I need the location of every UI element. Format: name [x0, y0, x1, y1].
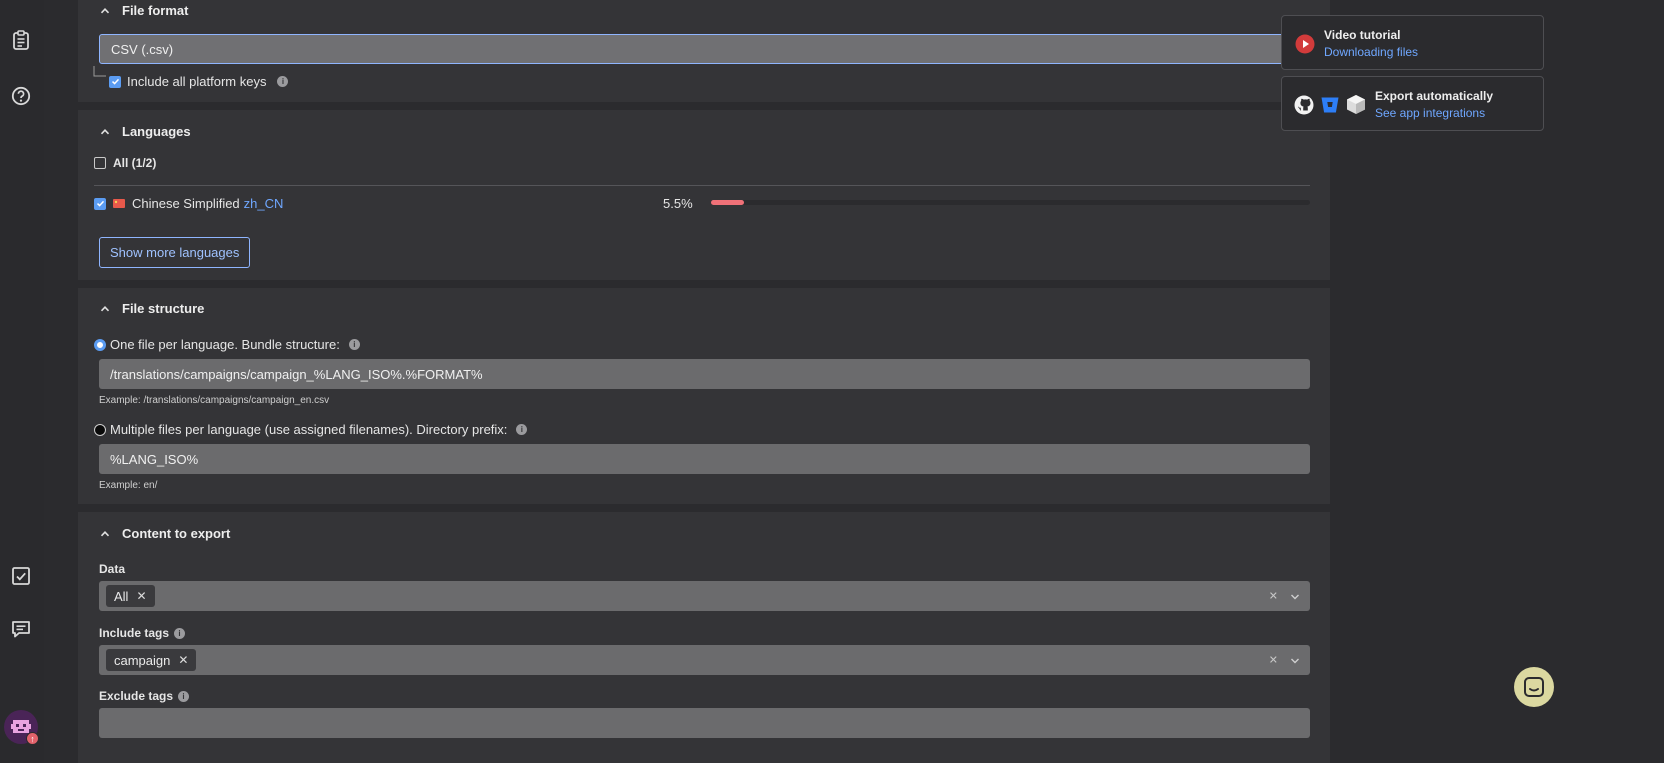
content-export-header[interactable]: Content to export — [100, 526, 230, 541]
multiple-files-label: Multiple files per language (use assigne… — [110, 422, 508, 437]
bitbucket-icon — [1321, 97, 1339, 113]
left-rail: ↑ — [0, 0, 44, 763]
languages-header[interactable]: Languages — [100, 124, 191, 139]
file-format-select[interactable]: CSV (.csv) — [99, 34, 1310, 64]
languages-section: Languages All (1/2) Chinese Simplified z… — [78, 110, 1330, 280]
comments-icon[interactable] — [10, 618, 32, 640]
include-keys-checkbox[interactable] — [109, 75, 121, 88]
one-file-option[interactable]: One file per language. Bundle structure:… — [94, 337, 360, 352]
language-progress-bar — [711, 200, 1310, 205]
data-chip-label: All — [114, 588, 129, 604]
tree-connector-icon — [93, 66, 106, 77]
chevron-up-icon — [100, 305, 110, 311]
language-progress-percent: 5.5% — [663, 196, 693, 211]
user-avatar[interactable]: ↑ — [4, 710, 39, 745]
data-select[interactable]: All ✕ ✕ — [99, 581, 1310, 611]
file-format-value: CSV (.csv) — [111, 41, 174, 57]
chevron-up-icon — [100, 128, 110, 134]
include-tag-chip-label: campaign — [114, 652, 171, 668]
avatar-upload-badge-icon: ↑ — [26, 732, 39, 745]
language-name: Chinese Simplified — [132, 196, 240, 211]
all-languages-checkbox[interactable] — [94, 157, 106, 169]
include-tag-chip[interactable]: campaign ✕ — [106, 649, 197, 671]
languages-title: Languages — [122, 124, 191, 139]
file-format-title: File format — [122, 3, 189, 18]
data-chip[interactable]: All ✕ — [106, 585, 155, 607]
tasks-icon[interactable] — [10, 565, 32, 587]
directory-prefix-input[interactable]: %LANG_ISO% — [99, 444, 1310, 474]
chevron-down-icon[interactable] — [1290, 655, 1300, 665]
chevron-down-icon[interactable] — [1290, 591, 1300, 601]
file-format-header[interactable]: File format — [100, 3, 188, 18]
show-more-languages-button[interactable]: Show more languages — [99, 237, 251, 268]
chat-icon — [1524, 677, 1544, 697]
include-keys-label: Include all platform keys — [127, 74, 267, 89]
one-file-label: One file per language. Bundle structure: — [110, 337, 340, 352]
export-automatically-card[interactable]: Export automatically See app integration… — [1281, 76, 1544, 131]
file-structure-title: File structure — [122, 301, 205, 316]
language-checkbox[interactable] — [94, 197, 106, 210]
info-icon[interactable]: i — [348, 339, 360, 350]
include-keys-row[interactable]: Include all platform keys i — [109, 74, 289, 89]
china-flag-icon — [113, 199, 125, 208]
help-icon[interactable] — [10, 85, 32, 107]
include-tags-label-row: Include tags i — [99, 626, 186, 640]
all-languages-label: All (1/2) — [113, 156, 157, 170]
file-structure-section: File structure One file per language. Bu… — [78, 288, 1330, 504]
all-languages-row[interactable]: All (1/2) — [94, 156, 156, 170]
info-icon[interactable]: i — [516, 424, 528, 435]
content-export-section: Content to export Data All ✕ ✕ Include t… — [78, 512, 1330, 763]
clipboard-icon[interactable] — [10, 29, 32, 51]
content-export-title: Content to export — [122, 526, 231, 541]
exclude-tags-select[interactable] — [99, 708, 1310, 738]
include-tags-select[interactable]: campaign ✕ ✕ — [99, 645, 1310, 675]
clear-icon[interactable]: ✕ — [1269, 590, 1278, 603]
language-code-link[interactable]: zh_CN — [244, 196, 284, 211]
info-icon[interactable]: i — [178, 690, 190, 702]
see-app-integrations-link[interactable]: See app integrations — [1375, 106, 1493, 120]
video-tutorial-title: Video tutorial — [1324, 28, 1401, 42]
box-icon — [1347, 95, 1365, 114]
info-icon[interactable]: i — [174, 627, 186, 639]
one-file-radio[interactable] — [94, 338, 106, 351]
play-icon — [1295, 34, 1315, 54]
include-tags-label: Include tags — [99, 626, 170, 640]
language-progress-fill — [711, 200, 744, 205]
export-automatically-title: Export automatically — [1375, 89, 1494, 103]
multiple-files-option[interactable]: Multiple files per language (use assigne… — [94, 422, 528, 437]
file-structure-header[interactable]: File structure — [100, 301, 204, 316]
bundle-structure-example: Example: /translations/campaigns/campaig… — [99, 395, 330, 406]
info-icon[interactable]: i — [277, 76, 289, 87]
file-format-section: File format CSV (.csv) Include all platf… — [78, 0, 1330, 102]
language-row: Chinese Simplified zh_CN 5.5% — [94, 194, 1310, 212]
remove-chip-icon[interactable]: ✕ — [136, 589, 146, 603]
main-content: File format CSV (.csv) Include all platf… — [78, 0, 1330, 763]
chevron-up-icon — [100, 530, 110, 536]
remove-chip-icon[interactable]: ✕ — [178, 653, 188, 667]
github-icon — [1294, 95, 1314, 115]
data-label: Data — [99, 562, 126, 576]
chat-launcher-button[interactable] — [1514, 667, 1554, 707]
clear-icon[interactable]: ✕ — [1269, 654, 1278, 667]
bundle-structure-input[interactable]: /translations/campaigns/campaign_%LANG_I… — [99, 359, 1310, 389]
chevron-up-icon — [100, 7, 110, 13]
divider — [94, 185, 1310, 186]
exclude-tags-label: Exclude tags — [99, 689, 174, 703]
video-tutorial-card[interactable]: Video tutorial Downloading files — [1281, 15, 1544, 70]
multiple-files-radio[interactable] — [94, 423, 106, 436]
downloading-files-link[interactable]: Downloading files — [1324, 45, 1418, 59]
directory-prefix-example: Example: en/ — [99, 480, 158, 491]
exclude-tags-label-row: Exclude tags i — [99, 689, 190, 703]
